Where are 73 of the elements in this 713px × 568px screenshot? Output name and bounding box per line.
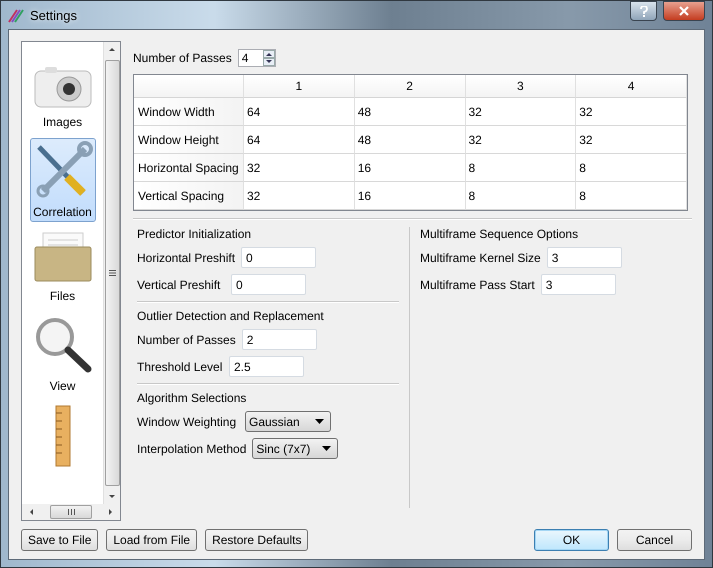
input-field[interactable]: 0 [231,274,306,295]
row-header: Vertical Spacing [134,182,244,210]
scroll-right-icon[interactable] [108,508,114,516]
footer-button[interactable]: Save to File [21,529,98,551]
row-header: Horizontal Spacing [134,154,244,182]
table-cell[interactable]: 32 [244,182,355,210]
category-item[interactable]: View [30,312,96,396]
vertical-scrollbar[interactable] [103,42,120,504]
folder-icon [32,231,92,283]
field-label: Interpolation Method [137,442,246,456]
grip-icon[interactable] [68,509,74,515]
section-heading: Multiframe Sequence Options [420,227,580,241]
caret-icon [322,446,332,451]
table-cell[interactable]: 32 [466,126,576,154]
table-cell[interactable]: 8 [466,154,576,182]
passes-spinbox[interactable]: 4 [238,49,276,67]
dropdown[interactable]: Gaussian [245,411,331,432]
row-header: Window Width [134,98,244,126]
column-header: 4 [576,75,687,98]
field-label: Number of Passes [137,332,236,346]
field-label: Vertical Preshift [137,278,222,292]
window-title: Settings [30,8,77,22]
footer-button[interactable]: Load from File [106,529,198,551]
scroll-left-icon[interactable] [28,508,34,516]
horizontal-scrollbar[interactable] [22,504,120,520]
table-cell[interactable]: 16 [354,154,466,182]
field-label: Multiframe Kernel Size [420,250,541,264]
footer-button[interactable]: Restore Defaults [205,529,308,551]
close-button[interactable] [663,1,705,21]
dialog-button[interactable]: Cancel [617,529,692,551]
table-cell[interactable]: 8 [576,154,687,182]
input-field[interactable]: 2.5 [229,356,304,377]
table-cell[interactable]: 48 [354,98,466,126]
table-cell[interactable]: 64 [244,98,355,126]
app-logo-icon [8,7,24,23]
column-header: 1 [244,75,355,98]
input-field[interactable]: 3 [546,247,622,268]
row-header: Window Height [134,126,244,154]
grip-icon[interactable] [108,270,116,276]
ruler-icon [54,405,70,467]
dropdown[interactable]: Sinc (7x7) [252,438,338,459]
table-cell[interactable]: 48 [354,126,466,154]
table-cell[interactable]: 32 [244,154,355,182]
table-cell[interactable]: 32 [466,98,576,126]
column-header: 2 [354,75,466,98]
field-label: Multiframe Pass Start [420,278,535,292]
input-field[interactable]: 2 [242,329,317,350]
section-heading: Outlier Detection and Replacement [137,309,325,323]
field-label: Horizontal Preshift [137,250,236,264]
help-button[interactable] [630,1,657,21]
field-label: Window Weighting [137,414,238,428]
table-cell[interactable]: 64 [244,126,355,154]
section-heading: Algorithm Selections [137,391,248,405]
table-cell[interactable]: 8 [576,182,687,210]
passes-label: Number of Passes [133,51,232,65]
camera-icon [32,65,92,109]
input-field[interactable]: 0 [241,247,316,268]
dialog-button[interactable]: OK [534,529,609,551]
category-item[interactable]: Correlation [30,138,96,222]
input-field[interactable]: 3 [540,274,616,295]
table-cell[interactable]: 32 [576,98,687,126]
field-label: Threshold Level [137,360,223,374]
category-item[interactable]: Images [30,62,96,132]
table-cell[interactable]: 32 [576,126,687,154]
column-header: 3 [466,75,576,98]
category-item[interactable]: Files [30,228,96,306]
section-heading: Predictor Initialization [137,227,252,241]
table-cell[interactable]: 16 [354,182,466,210]
close-icon [679,6,689,16]
caret-icon [315,419,324,424]
spin-arrows-icon[interactable] [262,50,275,66]
help-icon [640,6,648,16]
table-cell[interactable]: 8 [466,182,576,210]
